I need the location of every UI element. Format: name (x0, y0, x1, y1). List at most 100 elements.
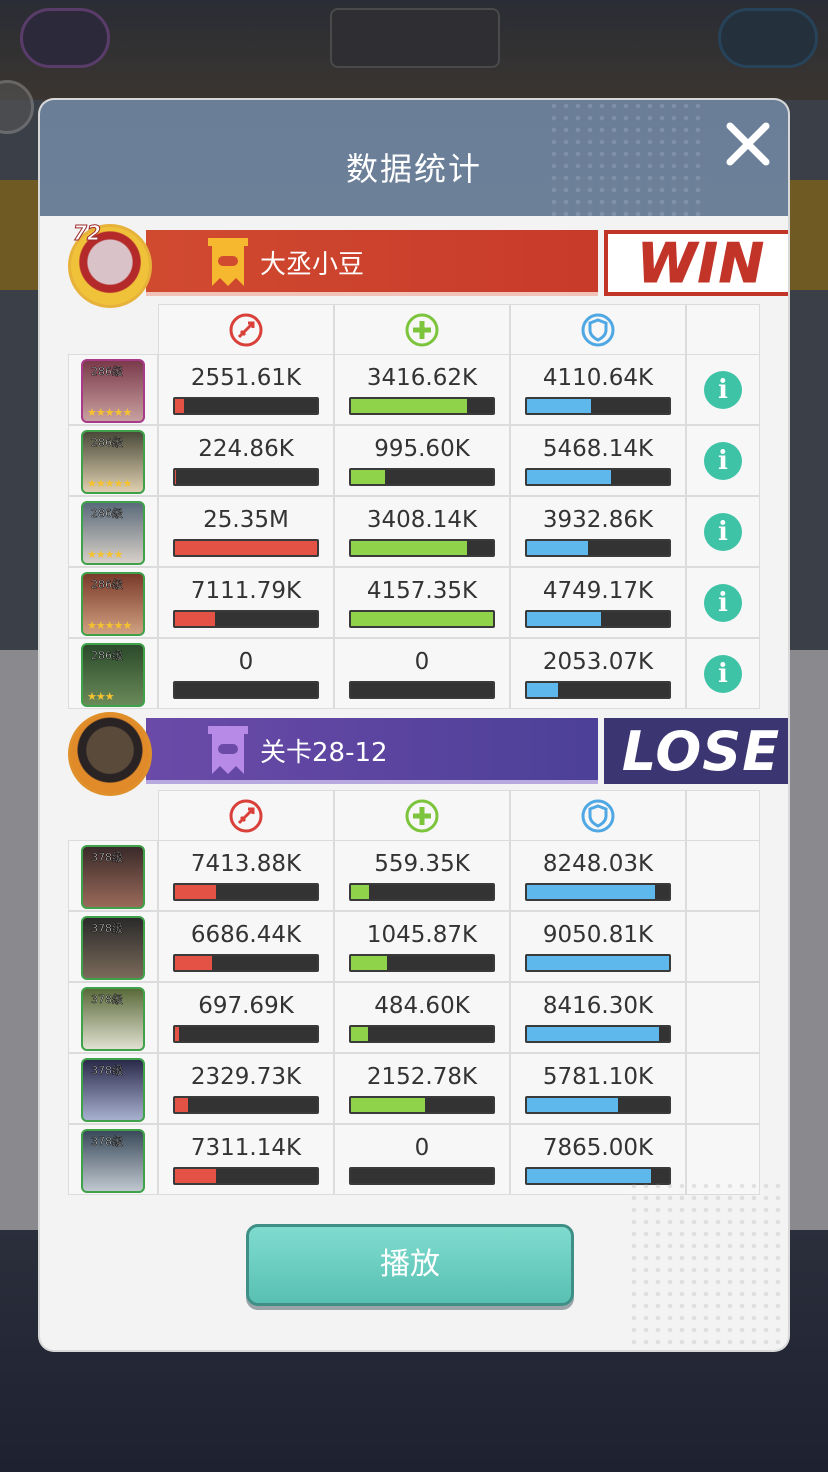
heal-bar (349, 468, 495, 486)
hero-portrait[interactable]: 378级 (81, 845, 145, 909)
hero-portrait[interactable]: 378级 (81, 987, 145, 1051)
damage-cell: 2329.73K (158, 1053, 334, 1124)
hero-portrait[interactable]: 286级 ★★★★★ (81, 359, 145, 423)
hero-stars: ★★★★★ (87, 406, 132, 419)
defense-bar (525, 468, 671, 486)
defense-bar-fill (527, 885, 655, 899)
table-row: 378级 2329.73K 2152.78K 5781.10K (68, 1053, 760, 1124)
background-hud-left (20, 8, 110, 68)
hero-level: 378级 (91, 993, 124, 1007)
heal-value: 559.35K (374, 851, 470, 877)
heal-cell: 559.35K (334, 840, 510, 911)
hero-portrait[interactable]: 378级 (81, 1129, 145, 1193)
damage-value: 224.86K (198, 436, 294, 462)
damage-cell: 0 (158, 638, 334, 709)
damage-value: 7311.14K (190, 1135, 302, 1161)
defense-cell: 5781.10K (510, 1053, 686, 1124)
damage-bar (173, 954, 319, 972)
table-row: 286级 ★★★★★ 224.86K 995.60K 5468.14K i (68, 425, 760, 496)
team-banner: 大丞小豆 (146, 230, 598, 296)
damage-bar-fill (175, 1098, 188, 1112)
result-badge: WIN (604, 230, 788, 296)
damage-icon (229, 799, 263, 833)
defense-value: 3932.86K (542, 507, 654, 533)
damage-bar-fill (175, 612, 215, 626)
team-name: 关卡28-12 (260, 738, 388, 768)
damage-value: 7413.88K (190, 851, 302, 877)
background-hud (0, 0, 828, 100)
damage-bar (173, 1025, 319, 1043)
info-button[interactable]: i (704, 512, 742, 551)
empty-cell (686, 840, 760, 911)
heal-value: 995.60K (374, 436, 470, 462)
heal-bar-fill (351, 541, 468, 555)
result-badge: LOSE (604, 718, 788, 784)
play-button[interactable]: 播放 (246, 1224, 574, 1306)
damage-icon (229, 313, 263, 347)
heal-bar (349, 1096, 495, 1114)
defense-value: 4110.64K (542, 365, 654, 391)
hero-level: 378级 (91, 922, 124, 936)
defense-bar (525, 397, 671, 415)
hero-cell: 286级 ★★★★★ (68, 425, 158, 496)
heal-value: 1045.87K (366, 922, 478, 948)
stats-header-row (68, 790, 760, 842)
damage-value: 6686.44K (190, 922, 302, 948)
defense-bar (525, 883, 671, 901)
defense-cell: 8416.30K (510, 982, 686, 1053)
header-heal-cell (334, 304, 510, 356)
avatar-level: 72 (73, 221, 102, 246)
banner-underline (146, 292, 598, 296)
hero-cell: 286级 ★★★ (68, 638, 158, 709)
defense-bar-fill (527, 399, 591, 413)
damage-bar-fill (175, 541, 317, 555)
banner-underline (146, 780, 598, 784)
damage-value: 697.69K (198, 993, 294, 1019)
hero-portrait[interactable]: 378级 (81, 916, 145, 980)
defense-cell: 4110.64K (510, 354, 686, 425)
hero-cell: 286级 ★★★★ (68, 496, 158, 567)
info-cell: i (686, 638, 760, 709)
info-cell: i (686, 425, 760, 496)
heal-bar-fill (351, 1027, 369, 1041)
heal-icon (405, 799, 439, 833)
hero-stars: ★★★★ (87, 548, 123, 561)
close-button[interactable] (722, 118, 774, 170)
hero-level: 286级 (91, 507, 124, 521)
damage-cell: 7311.14K (158, 1124, 334, 1195)
hero-level: 286级 (91, 436, 124, 450)
defense-cell: 4749.17K (510, 567, 686, 638)
heal-value: 3416.62K (366, 365, 478, 391)
heal-value: 4157.35K (366, 578, 478, 604)
hero-portrait[interactable]: 286级 ★★★★★ (81, 572, 145, 636)
heal-bar-fill (351, 956, 387, 970)
heal-cell: 0 (334, 1124, 510, 1195)
team-banner: 关卡28-12 (146, 718, 598, 784)
heal-value: 484.60K (374, 993, 470, 1019)
info-button[interactable]: i (704, 654, 742, 693)
damage-cell: 2551.61K (158, 354, 334, 425)
damage-value: 2551.61K (190, 365, 302, 391)
hero-portrait[interactable]: 286级 ★★★★★ (81, 430, 145, 494)
info-button[interactable]: i (704, 441, 742, 480)
team-avatar: 72 (68, 221, 152, 308)
header-damage-cell (158, 304, 334, 356)
corner-pattern (628, 1180, 788, 1350)
info-button[interactable]: i (704, 370, 742, 409)
heal-cell: 484.60K (334, 982, 510, 1053)
info-button[interactable]: i (704, 583, 742, 622)
hero-level: 378级 (91, 1064, 124, 1078)
hero-portrait[interactable]: 286级 ★★★★ (81, 501, 145, 565)
damage-bar (173, 610, 319, 628)
table-row: 378级 697.69K 484.60K 8416.30K (68, 982, 760, 1053)
heal-bar-fill (351, 885, 370, 899)
hero-portrait[interactable]: 378级 (81, 1058, 145, 1122)
defense-value: 5468.14K (542, 436, 654, 462)
defense-cell: 5468.14K (510, 425, 686, 496)
team-name: 大丞小豆 (260, 250, 365, 280)
damage-bar (173, 468, 319, 486)
table-row: 286级 ★★★★★ 2551.61K 3416.62K 4110.64K i (68, 354, 760, 425)
hero-portrait[interactable]: 286级 ★★★ (81, 643, 145, 707)
defense-bar-fill (527, 1098, 618, 1112)
shield-icon (581, 799, 615, 833)
